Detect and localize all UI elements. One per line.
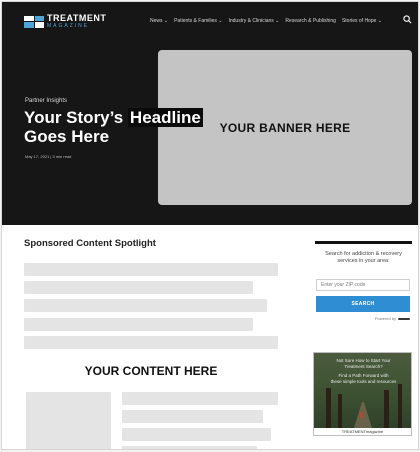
forest-path-image	[354, 402, 372, 428]
ad-line-4: these simple tools and resources	[330, 379, 397, 384]
hero-headline: Your Story’s Headline Goes Here	[24, 108, 204, 146]
page-frame: TREATMENT MAGAZINE News ⌄ Patients & Fam…	[1, 1, 419, 450]
sidebar-rule	[315, 241, 412, 244]
hero-headline-part3: Goes Here	[24, 127, 110, 146]
powered-by-logo-icon	[398, 317, 410, 320]
ad-footer-brand: TREATMENTmagazine	[314, 428, 411, 435]
logo-title: TREATMENT	[47, 13, 107, 23]
sidebar-ad[interactable]: Not Sure How to Start Your Treatment Sea…	[313, 352, 412, 436]
hero-headline-part1: Your Story’s	[24, 108, 128, 127]
banner-label: YOUR BANNER HERE	[219, 120, 351, 135]
hero-meta: May 17, 2021 | 3 min read	[25, 154, 72, 159]
zip-code-input[interactable]	[316, 279, 410, 291]
ad-line-2: Treatment Search?	[344, 364, 383, 369]
image-placeholder	[26, 392, 111, 449]
search-button[interactable]: SEARCH	[316, 296, 410, 312]
text-placeholder-line	[24, 299, 267, 312]
logo-subtitle: MAGAZINE	[47, 23, 90, 29]
nav-item-patients-families[interactable]: Patients & Families ⌄	[174, 18, 222, 24]
text-placeholder-line	[122, 446, 257, 449]
nav-item-news[interactable]: News ⌄	[150, 18, 168, 24]
tree-icon	[384, 390, 389, 428]
logo-text: TREATMENT MAGAZINE	[47, 14, 106, 29]
text-placeholder-line	[24, 336, 278, 349]
hero-headline-highlight: Headline	[127, 108, 203, 127]
section-title: Sponsored Content Spotlight	[24, 238, 156, 249]
text-placeholder-line	[122, 428, 271, 441]
top-nav: TREATMENT MAGAZINE News ⌄ Patients & Fam…	[2, 2, 418, 36]
logo[interactable]: TREATMENT MAGAZINE	[24, 14, 106, 29]
hiker-figure-icon	[360, 412, 363, 418]
tree-icon	[326, 388, 331, 428]
sidebar-bottom-accent	[313, 449, 412, 450]
nav-item-industry-clinicians[interactable]: Industry & Clinicians ⌄	[228, 18, 279, 24]
text-placeholder-line	[24, 318, 253, 331]
text-placeholder-line	[122, 392, 278, 405]
nav-links: News ⌄ Patients & Families ⌄ Industry & …	[150, 18, 382, 24]
powered-by-label: Powered by	[374, 316, 396, 321]
logo-mark-icon	[24, 15, 44, 28]
tree-icon	[338, 394, 342, 428]
text-placeholder-line	[24, 281, 253, 294]
search-icon[interactable]	[403, 15, 412, 24]
ad-line-1: Not Sure How to Start Your	[336, 358, 391, 363]
hero-kicker: Partner Insights	[25, 98, 68, 104]
content-placeholder-label: YOUR CONTENT HERE	[84, 364, 218, 378]
sidebar-description: Search for addiction & recovery services…	[325, 251, 402, 264]
hero-section: TREATMENT MAGAZINE News ⌄ Patients & Fam…	[2, 2, 418, 225]
text-placeholder-line	[122, 410, 263, 423]
nav-item-stories-of-hope[interactable]: Stories of Hope ⌄	[342, 18, 382, 24]
text-placeholder-line	[24, 263, 278, 276]
nav-item-research-publishing[interactable]: Research & Publishing	[285, 18, 336, 24]
tree-icon	[398, 384, 402, 428]
powered-by: Powered by	[356, 316, 410, 321]
ad-line-3: Find a Path Forward with	[338, 373, 389, 378]
